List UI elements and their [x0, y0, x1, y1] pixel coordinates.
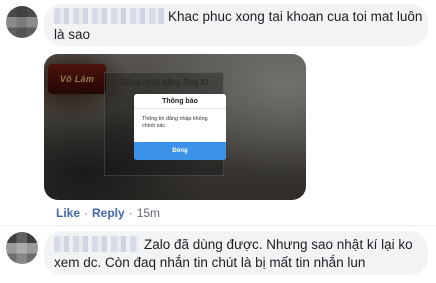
- commenter-name-redacted[interactable]: [54, 8, 164, 24]
- comment-attachment-screenshot[interactable]: Võ Lâm Đăng nhập bằng Zing ID Thông báo …: [44, 54, 306, 200]
- like-button[interactable]: Like: [56, 206, 80, 220]
- separator: ·: [84, 206, 89, 220]
- divider: [0, 225, 436, 226]
- dialog-title: Thông báo: [134, 94, 226, 109]
- reply-button[interactable]: Reply: [92, 206, 125, 220]
- avatar-pixelated-image: [6, 6, 38, 38]
- comment-text-line-1: Zalo đã dùng được. Nhưng sao nhật kí lại…: [144, 237, 413, 252]
- dialog-close-button: Đóng: [134, 142, 226, 160]
- comment-timestamp[interactable]: 15m: [137, 206, 160, 220]
- dialog-message: Thông tin đăng nhập không chính xác: [142, 116, 208, 129]
- separator: ·: [128, 206, 133, 220]
- avatar[interactable]: [6, 232, 38, 264]
- comment-text-line-2: là sao: [54, 27, 91, 42]
- alert-dialog: Thông báo Thông tin đăng nhập không chín…: [134, 94, 226, 160]
- avatar[interactable]: [6, 6, 38, 38]
- commenter-name-redacted[interactable]: [54, 236, 138, 252]
- comment-text-line-2: xem dc. Còn đaq nhắn tin chút là bị mất …: [54, 255, 366, 270]
- comment-text-line-1: Khac phuc xong tai khoan cua toi mat luô…: [168, 9, 423, 24]
- comment-actions: Like · Reply · 15m: [56, 206, 160, 221]
- avatar-pixelated-image: [6, 232, 38, 264]
